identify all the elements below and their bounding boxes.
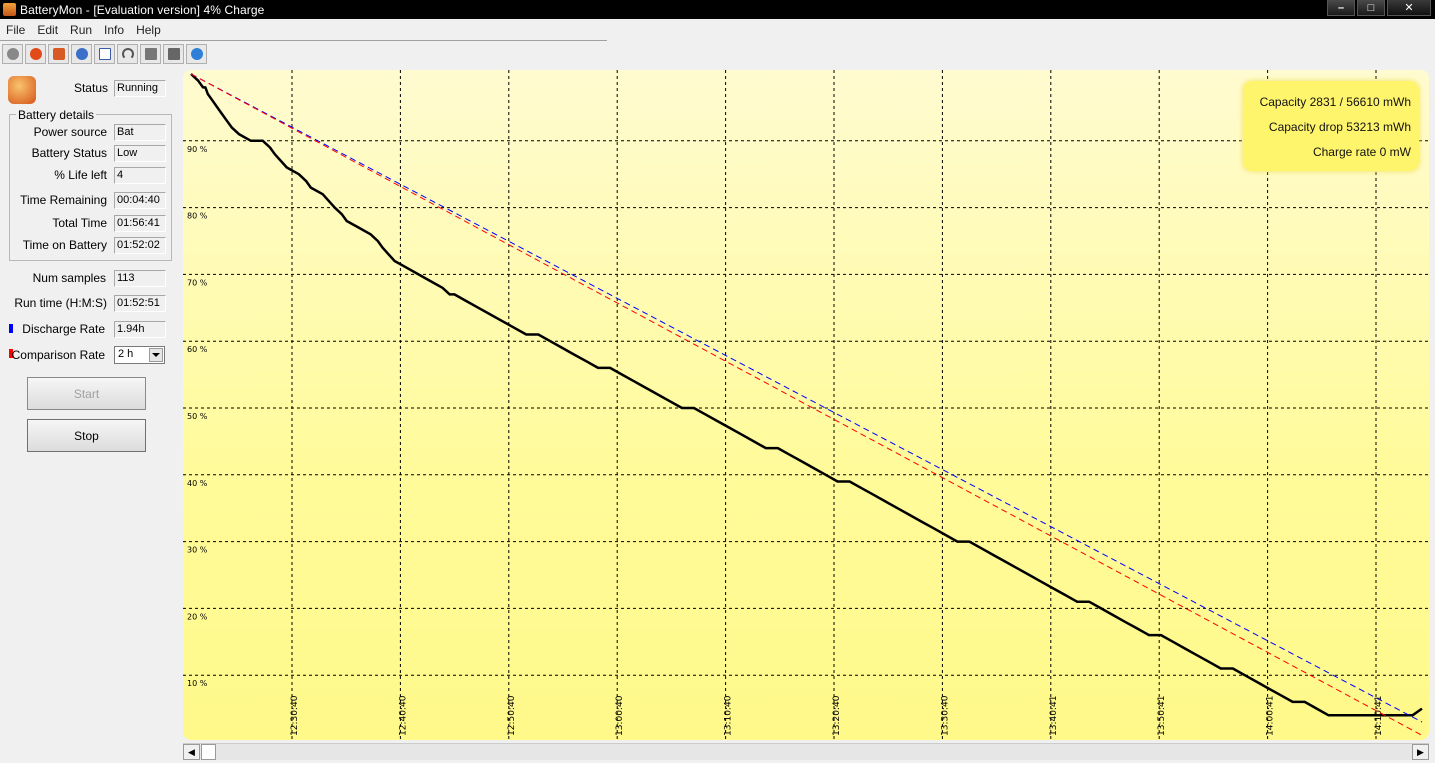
discharge-rate-label: Discharge Rate bbox=[22, 322, 105, 336]
record-icon[interactable] bbox=[2, 44, 23, 64]
y-tick-label: 90 % bbox=[187, 145, 208, 154]
maximize-button[interactable]: □ bbox=[1357, 0, 1385, 16]
start-button[interactable]: Start bbox=[27, 377, 146, 410]
app-icon bbox=[3, 3, 16, 16]
x-tick-label: 13:40:41 bbox=[1049, 696, 1059, 736]
scroll-thumb[interactable] bbox=[201, 744, 216, 760]
y-tick-label: 80 % bbox=[187, 212, 208, 221]
x-tick-label: 13:30:40 bbox=[940, 695, 950, 736]
y-tick-label: 40 % bbox=[187, 479, 208, 488]
x-tick-label: 12:50:40 bbox=[507, 695, 517, 736]
run-time-label: Run time (H:M:S) bbox=[14, 296, 107, 310]
power-source-value: Bat bbox=[114, 124, 166, 141]
info-box: Capacity 2831 / 56610 mWh Capacity drop … bbox=[1243, 81, 1419, 171]
num-samples-value: 113 bbox=[114, 270, 166, 287]
run-time-value: 01:52:51 bbox=[114, 295, 166, 312]
gauge-icon[interactable] bbox=[117, 44, 138, 64]
menu-help[interactable]: Help bbox=[130, 23, 167, 37]
power-source-label: Power source bbox=[33, 125, 107, 139]
x-tick-label: 14:00:41 bbox=[1266, 696, 1276, 736]
life-left-value: 4 bbox=[114, 167, 166, 184]
battery-status-label: Battery Status bbox=[31, 146, 107, 160]
battery-details-title: Battery details bbox=[16, 108, 97, 122]
y-tick-label: 60 % bbox=[187, 345, 208, 354]
total-time-value: 01:56:41 bbox=[114, 215, 166, 232]
x-tick-label: 13:50:41 bbox=[1157, 696, 1167, 736]
battery-chart: 10 % 20 % 30 % 40 % 50 % 60 % 70 % 80 % 90 % 12:3… bbox=[183, 70, 1429, 740]
menu-bar: File Edit Run Info Help bbox=[0, 20, 1435, 40]
status-value: Running bbox=[114, 80, 166, 97]
y-tick-label: 10 % bbox=[187, 679, 208, 688]
battery-status-value: Low bbox=[114, 145, 166, 162]
minimize-button[interactable]: – bbox=[1327, 0, 1355, 16]
discharge-rate-value: 1.94h bbox=[114, 321, 166, 338]
x-tick-label: 12:40:40 bbox=[398, 695, 408, 736]
title-bar: BatteryMon - [Evaluation version] 4% Cha… bbox=[0, 0, 1435, 19]
life-left-label: % Life left bbox=[54, 168, 107, 182]
side-panel: Status Running Battery details Power sou… bbox=[0, 70, 180, 540]
checklist-icon[interactable] bbox=[94, 44, 115, 64]
stop-icon[interactable] bbox=[25, 44, 46, 64]
comparison-rate-select[interactable]: 2 h bbox=[114, 346, 165, 364]
y-tick-label: 70 % bbox=[187, 278, 208, 287]
total-time-label: Total Time bbox=[52, 216, 107, 230]
discharge-rate-line bbox=[190, 73, 1423, 723]
chart-icon[interactable] bbox=[140, 44, 161, 64]
status-label: Status bbox=[73, 81, 108, 95]
settings-icon[interactable] bbox=[71, 44, 92, 64]
menu-divider bbox=[0, 40, 607, 41]
chevron-down-icon[interactable] bbox=[149, 348, 163, 362]
capacity-drop-text: Capacity drop 53213 mWh bbox=[1268, 120, 1411, 134]
time-on-battery-label: Time on Battery bbox=[22, 238, 107, 252]
time-remaining-label: Time Remaining bbox=[20, 193, 107, 207]
toolbar bbox=[0, 43, 209, 65]
menu-info[interactable]: Info bbox=[98, 23, 130, 37]
x-tick-label: 13:00:40 bbox=[615, 695, 625, 736]
help-icon[interactable] bbox=[186, 44, 207, 64]
num-samples-label: Num samples bbox=[32, 271, 106, 285]
capacity-text: Capacity 2831 / 56610 mWh bbox=[1259, 95, 1411, 109]
comparison-rate-label: Comparison Rate bbox=[11, 348, 105, 362]
y-tick-label: 30 % bbox=[187, 546, 208, 555]
time-remaining-value: 00:04:40 bbox=[114, 192, 166, 209]
battery-logo-icon bbox=[8, 76, 36, 104]
stop-button[interactable]: Stop bbox=[27, 419, 146, 452]
horizontal-scrollbar[interactable]: ◀ ▶ bbox=[183, 743, 1429, 760]
x-tick-label: 12:30:40 bbox=[290, 695, 300, 736]
charge-series-line bbox=[190, 73, 1423, 717]
battery-icon[interactable] bbox=[48, 44, 69, 64]
scroll-right-icon[interactable]: ▶ bbox=[1412, 744, 1429, 760]
menu-file[interactable]: File bbox=[0, 23, 31, 37]
x-tick-label: 13:10:40 bbox=[724, 695, 734, 736]
time-on-battery-value: 01:52:02 bbox=[114, 237, 166, 254]
scroll-left-icon[interactable]: ◀ bbox=[183, 744, 200, 760]
charge-rate-text: Charge rate 0 mW bbox=[1312, 145, 1411, 159]
y-tick-label: 20 % bbox=[187, 612, 208, 621]
y-tick-label: 50 % bbox=[187, 412, 208, 421]
chart-svg: 10 % 20 % 30 % 40 % 50 % 60 % 70 % 80 % 90 % 12:3… bbox=[183, 70, 1429, 740]
menu-run[interactable]: Run bbox=[64, 23, 98, 37]
comparison-rate-value: 2 h bbox=[118, 348, 134, 360]
window-title: BatteryMon - [Evaluation version] 4% Cha… bbox=[20, 2, 265, 17]
menu-edit[interactable]: Edit bbox=[31, 23, 64, 37]
comparison-rate-line bbox=[190, 73, 1423, 736]
x-tick-label: 13:20:40 bbox=[832, 695, 842, 736]
close-button[interactable]: ✕ bbox=[1387, 0, 1431, 16]
arrow-icon[interactable] bbox=[163, 44, 184, 64]
